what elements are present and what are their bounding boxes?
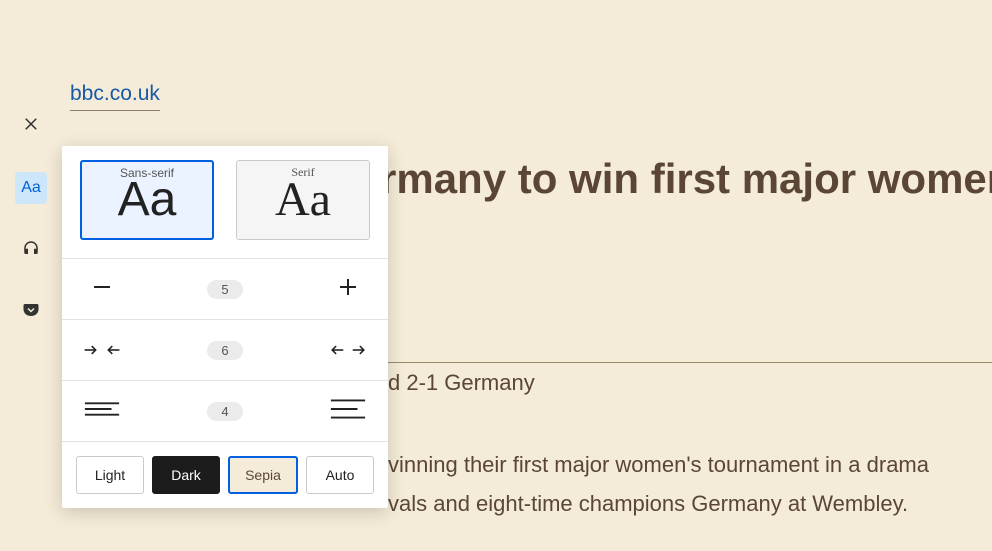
article-body: vinning their first major women's tourna… xyxy=(388,446,929,523)
theme-dark-button[interactable]: Dark xyxy=(152,456,220,494)
increase-line-height-button[interactable] xyxy=(326,393,370,429)
font-size-row: 5 xyxy=(62,259,388,320)
font-sample: Aa xyxy=(275,176,331,224)
type-controls-button[interactable]: Aa xyxy=(15,172,47,204)
font-family-row: Sans-serif Aa Serif Aa xyxy=(62,146,388,259)
type-controls-panel: Sans-serif Aa Serif Aa 5 xyxy=(62,146,388,508)
font-size-value: 5 xyxy=(207,280,242,299)
narrate-button[interactable] xyxy=(15,234,47,266)
pocket-icon xyxy=(22,301,40,324)
headphones-icon xyxy=(22,239,40,262)
theme-auto-button[interactable]: Auto xyxy=(306,456,374,494)
reader-toolbar: Aa xyxy=(15,110,47,328)
font-serif-option[interactable]: Serif Aa xyxy=(236,160,370,240)
decrease-width-button[interactable] xyxy=(80,332,124,368)
loose-line-height-icon xyxy=(329,397,367,426)
divider xyxy=(388,362,992,363)
font-sample: Aa xyxy=(118,176,177,224)
widen-width-icon xyxy=(329,338,367,362)
line-height-row: 4 xyxy=(62,381,388,442)
body-line-1: vinning their first major women's tourna… xyxy=(388,446,929,485)
minus-icon xyxy=(83,275,121,304)
increase-width-button[interactable] xyxy=(326,332,370,368)
theme-sepia-button[interactable]: Sepia xyxy=(228,456,298,494)
close-button[interactable] xyxy=(15,110,47,142)
line-height-value: 4 xyxy=(207,402,242,421)
font-sans-serif-option[interactable]: Sans-serif Aa xyxy=(80,160,214,240)
plus-icon xyxy=(329,275,367,304)
article-title: rmany to win first major women' xyxy=(380,155,992,203)
decrease-font-size-button[interactable] xyxy=(80,271,124,307)
theme-light-button[interactable]: Light xyxy=(76,456,144,494)
close-icon xyxy=(22,115,40,138)
body-line-2: vals and eight-time champions Germany at… xyxy=(388,485,929,524)
save-pocket-button[interactable] xyxy=(15,296,47,328)
narrow-width-icon xyxy=(83,338,121,362)
tight-line-height-icon xyxy=(83,397,121,426)
site-domain-link[interactable]: bbc.co.uk xyxy=(70,82,160,111)
content-width-row: 6 xyxy=(62,320,388,381)
score-line: d 2-1 Germany xyxy=(388,370,535,396)
content-width-value: 6 xyxy=(207,341,242,360)
decrease-line-height-button[interactable] xyxy=(80,393,124,429)
increase-font-size-button[interactable] xyxy=(326,271,370,307)
theme-row: Light Dark Sepia Auto xyxy=(62,442,388,508)
aa-icon: Aa xyxy=(21,179,41,197)
